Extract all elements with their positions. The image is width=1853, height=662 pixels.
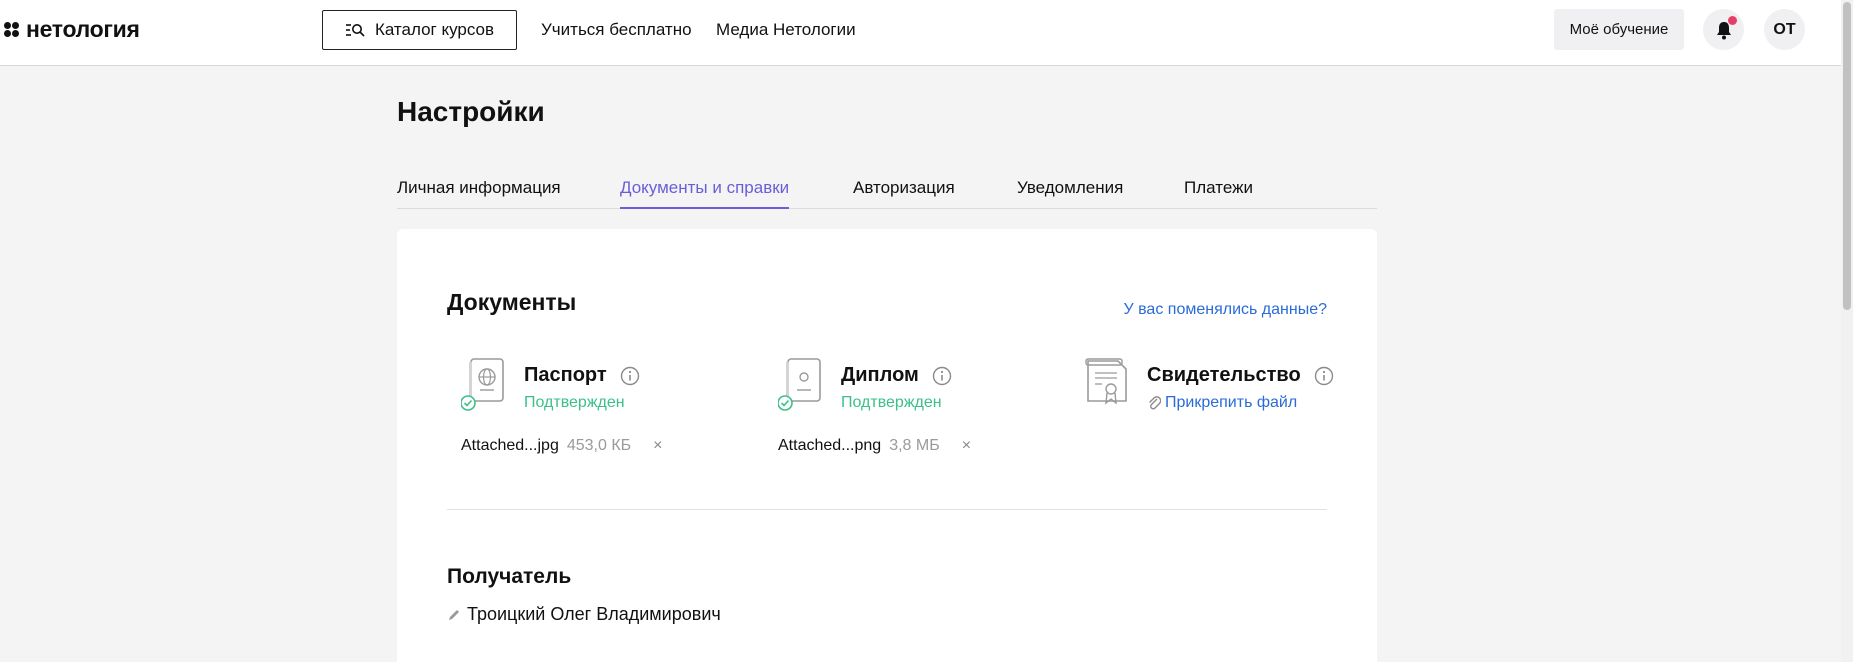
info-icon[interactable]	[1314, 366, 1334, 386]
recipient-name: Троицкий Олег Владимирович	[467, 604, 721, 624]
attach-file-link[interactable]: Прикрепить файл	[1147, 394, 1297, 412]
settings-tabs: Личная информация Документы и справки Ав…	[397, 175, 1377, 209]
logo-mark-icon	[4, 21, 20, 38]
page-title: Настройки	[397, 96, 545, 127]
my-learning-button[interactable]: Моё обучение	[1554, 9, 1684, 50]
recipient-row[interactable]: Троицкий Олег Владимирович	[447, 604, 721, 625]
file-size: 3,8 МБ	[889, 437, 940, 454]
scrollbar-thumb[interactable]	[1843, 2, 1851, 310]
paperclip-icon	[1149, 396, 1161, 410]
catalog-button[interactable]: Каталог курсов	[322, 10, 517, 50]
logo-text: нетология	[26, 16, 140, 42]
attach-file-label: Прикрепить файл	[1165, 394, 1298, 411]
diploma-file: Attached...png 3,8 МБ ×	[778, 437, 971, 455]
file-name[interactable]: Attached...png	[778, 437, 881, 455]
page-scrollbar[interactable]	[1841, 0, 1853, 662]
logo[interactable]: нетология	[4, 16, 140, 43]
tab-authorization[interactable]: Авторизация	[853, 178, 955, 209]
documents-title: Документы	[447, 289, 577, 315]
info-icon[interactable]	[932, 366, 952, 386]
certificate-title: Свидетельство	[1147, 364, 1334, 387]
catalog-search-icon	[345, 24, 365, 37]
data-changed-link[interactable]: У вас поменялись данные?	[1124, 301, 1328, 319]
tab-personal-info[interactable]: Личная информация	[397, 178, 561, 209]
diploma-status: Подтвержден	[841, 394, 942, 411]
file-name[interactable]: Attached...jpg	[461, 437, 559, 455]
pencil-icon[interactable]	[447, 608, 461, 622]
passport-title: Паспорт	[524, 364, 640, 387]
nav-learn-free[interactable]: Учиться бесплатно	[541, 20, 692, 40]
recipient-title: Получатель	[447, 565, 572, 588]
passport-icon	[461, 358, 504, 411]
file-size: 453,0 КБ	[566, 437, 632, 454]
notification-dot	[1728, 16, 1737, 25]
catalog-button-label: Каталог курсов	[374, 20, 495, 39]
nav-media[interactable]: Медиа Нетологии	[716, 20, 856, 40]
tab-notifications[interactable]: Уведомления	[1017, 178, 1123, 209]
diploma-icon	[778, 358, 821, 411]
certificate-icon	[1085, 358, 1127, 405]
tab-payments[interactable]: Платежи	[1184, 178, 1253, 209]
diploma-title: Диплом	[841, 364, 952, 387]
avatar[interactable]: ОТ	[1764, 9, 1805, 50]
info-icon[interactable]	[620, 366, 640, 386]
documents-card: Документы У вас поменялись данные? Паспо…	[397, 229, 1377, 662]
remove-file-icon[interactable]: ×	[653, 437, 662, 455]
passport-file: Attached...jpg 453,0 КБ ×	[461, 437, 663, 455]
tab-documents[interactable]: Документы и справки	[620, 178, 790, 209]
top-header: нетология Каталог курсов Учиться бесплат…	[0, 0, 1841, 66]
passport-status: Подтвержден	[524, 394, 625, 411]
notifications-button[interactable]	[1703, 9, 1744, 50]
section-divider	[447, 509, 1327, 510]
remove-file-icon[interactable]: ×	[962, 437, 971, 455]
